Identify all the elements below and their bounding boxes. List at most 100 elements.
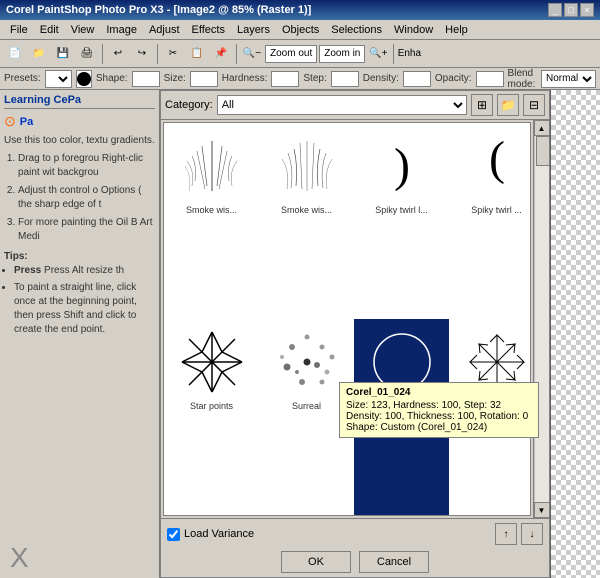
dialog-bottom: Load Variance ↑ ↓ OK Cancel [161, 518, 549, 577]
size-input[interactable]: 23 [190, 71, 218, 87]
step-input[interactable]: 10 [331, 71, 359, 87]
load-variance-row: Load Variance ↑ ↓ [167, 523, 543, 545]
menu-help[interactable]: Help [439, 22, 474, 38]
title-text: Corel PaintShop Photo Pro X3 - [Image2 @… [6, 4, 311, 16]
menu-file[interactable]: File [4, 22, 34, 38]
minimize-button[interactable]: _ [548, 3, 562, 17]
brush-smoke1[interactable]: Smoke wis... [164, 123, 259, 319]
intro-text: Use this too color, textu gradients. [4, 134, 155, 148]
shape-input[interactable] [132, 71, 160, 87]
step-label: Step: [303, 73, 326, 84]
window-controls[interactable]: _ □ × [548, 3, 594, 17]
brush-smoke2[interactable]: Smoke wis... [259, 123, 354, 319]
scroll-down-button[interactable]: ▼ [534, 502, 550, 518]
export-button[interactable]: ↑ [495, 523, 517, 545]
scroll-thumb[interactable] [536, 136, 550, 166]
step-2: Adjust th control o Options ( the sharp … [18, 184, 155, 212]
size-label: Size: [164, 73, 186, 84]
zoom-in-icon[interactable]: 🔍+ [367, 43, 389, 65]
tips-title: Tips: [4, 250, 155, 264]
print-button[interactable]: 🖨 [76, 43, 98, 65]
tip-1: Press Press Alt resize th [14, 264, 155, 278]
brush-grid-area: Smoke wis... [161, 120, 549, 518]
zoom-in-button[interactable]: Zoom in [319, 45, 365, 63]
paste-button[interactable]: 📌 [210, 43, 232, 65]
close-button[interactable]: × [580, 3, 594, 17]
dialog-toolbar: Category: All ⊞ 📁 ⊟ [161, 91, 549, 120]
enha-button[interactable]: Enha [398, 43, 420, 65]
center-area: Category: All ⊞ 📁 ⊟ [160, 90, 550, 578]
brush-preview-smoke2 [269, 128, 344, 203]
brush-tooltip: Corel_01_024 Size: 123, Hardness: 100, S… [339, 382, 539, 438]
x-mark: X [10, 542, 155, 574]
brush-grid: Smoke wis... [163, 122, 531, 516]
brush-preview-smoke1 [174, 128, 249, 203]
tooltip-size: Size: 123, Hardness: 100, Step: 32 [346, 400, 532, 411]
brush-scrollbar[interactable]: ▲ ▼ [533, 120, 549, 518]
menu-window[interactable]: Window [388, 22, 439, 38]
blend-mode-select[interactable]: Normal [541, 70, 596, 88]
cut-button[interactable]: ✂ [162, 43, 184, 65]
open-button[interactable]: 📁 [28, 43, 50, 65]
scroll-up-button[interactable]: ▲ [534, 120, 550, 136]
ok-button[interactable]: OK [281, 551, 351, 573]
brush-preview-spiky2: ) [459, 128, 531, 203]
folder-button[interactable]: 📁 [497, 94, 519, 116]
menu-bar: File Edit View Image Adjust Effects Laye… [0, 20, 600, 40]
brush-dialog: Category: All ⊞ 📁 ⊟ [160, 90, 550, 578]
maximize-button[interactable]: □ [564, 3, 578, 17]
load-variance-checkbox[interactable] [167, 528, 180, 541]
dialog-buttons: OK Cancel [167, 551, 543, 573]
zoom-out-icon[interactable]: 🔍− [241, 43, 263, 65]
menu-image[interactable]: Image [100, 22, 143, 38]
hardness-input[interactable]: 50 [271, 71, 299, 87]
main-layout: Learning CePa ⊙ Pa Use this too color, t… [0, 90, 600, 578]
brush-spiky1[interactable]: ) Spiky twirl l... [354, 123, 449, 319]
import-button[interactable]: ↓ [521, 523, 543, 545]
menu-objects[interactable]: Objects [276, 22, 325, 38]
left-panel: Learning CePa ⊙ Pa Use this too color, t… [0, 90, 160, 578]
redo-button[interactable]: ↪ [131, 43, 153, 65]
brush-label-smoke2: Smoke wis... [281, 205, 332, 215]
svg-text:): ) [394, 139, 410, 192]
menu-effects[interactable]: Effects [186, 22, 231, 38]
hardness-label: Hardness: [222, 73, 268, 84]
brush-label-star: Star points [190, 401, 233, 411]
tip-2: To paint a straight line, click once at … [14, 281, 155, 337]
opacity-input[interactable]: 100 [476, 71, 504, 87]
learning-content: Use this too color, textu gradients. Dra… [4, 134, 155, 337]
blend-mode-label: Blend mode: [508, 68, 537, 90]
menu-view[interactable]: View [65, 22, 101, 38]
brush-label-spiky2: Spiky twirl ... [471, 205, 522, 215]
density-input[interactable]: 100 [403, 71, 431, 87]
settings-button[interactable]: ⊟ [523, 94, 545, 116]
brush-star[interactable]: Star points [164, 319, 259, 515]
undo-button[interactable]: ↩ [107, 43, 129, 65]
category-label: Category: [165, 99, 213, 111]
brush-preview-spiky1: ) [364, 128, 439, 203]
right-panel [550, 90, 600, 578]
presets-label: Presets: [4, 73, 41, 84]
save-button[interactable]: 💾 [52, 43, 74, 65]
menu-selections[interactable]: Selections [325, 22, 388, 38]
scroll-track [534, 136, 550, 502]
tips-list: Press Press Alt resize th To paint a str… [4, 264, 155, 337]
grid-view-button[interactable]: ⊞ [471, 94, 493, 116]
copy-button[interactable]: 📋 [186, 43, 208, 65]
brush-label-spiky1: Spiky twirl l... [375, 205, 428, 215]
tooltip-density: Density: 100, Thickness: 100, Rotation: … [346, 411, 532, 422]
cancel-button[interactable]: Cancel [359, 551, 429, 573]
brush-spiky2[interactable]: ) Spiky twirl ... [449, 123, 531, 319]
new-button[interactable]: 📄 [4, 43, 26, 65]
learning-title: Learning CePa [4, 94, 155, 109]
load-variance-label: Load Variance [184, 528, 254, 540]
menu-edit[interactable]: Edit [34, 22, 65, 38]
presets-select[interactable] [45, 70, 72, 88]
step-3: For more painting the Oil B Art Medi [18, 216, 155, 244]
zoom-out-button[interactable]: Zoom out [265, 45, 317, 63]
menu-layers[interactable]: Layers [231, 22, 276, 38]
options-bar: Presets: Shape: Size: 23 Hardness: 50 St… [0, 68, 600, 90]
category-select[interactable]: All [217, 95, 467, 115]
menu-adjust[interactable]: Adjust [143, 22, 186, 38]
steps-list: Drag to p foregrou Right-clic paint wit … [4, 152, 155, 244]
